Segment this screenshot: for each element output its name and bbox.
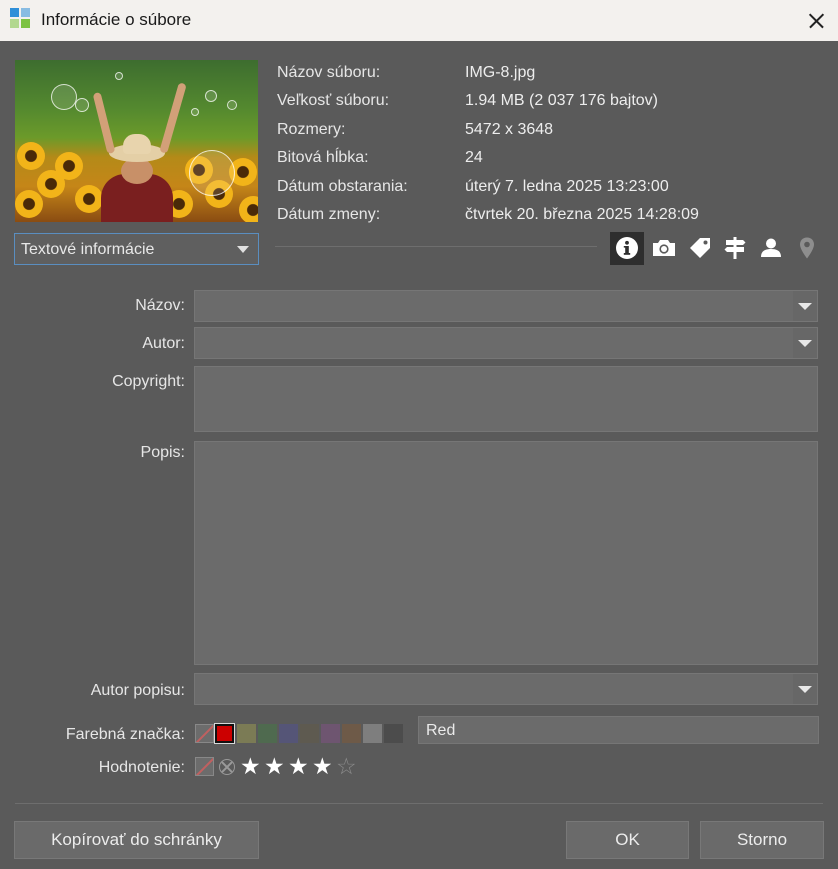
person-icon [761, 238, 781, 257]
tab-tags[interactable] [682, 232, 716, 265]
title-combobox[interactable] [194, 290, 818, 322]
view-selector-dropdown[interactable]: Textové informácie [14, 233, 259, 265]
divider [275, 246, 597, 247]
tab-location[interactable] [790, 232, 824, 265]
date-modified-label: Dátum zmeny: [277, 206, 381, 223]
file-name-value: IMG-8.jpg [465, 64, 536, 81]
view-selector-value: Textové informácie [21, 241, 155, 258]
tab-info[interactable] [610, 232, 644, 265]
footer-divider [15, 803, 823, 804]
color-swatch-brown[interactable] [342, 724, 361, 743]
title-label: Názov: [135, 297, 185, 314]
color-name-field: Red [418, 716, 819, 744]
copyright-field[interactable] [194, 366, 818, 432]
star-4-icon[interactable]: ★ [312, 755, 333, 779]
color-swatch-blue[interactable] [279, 724, 298, 743]
author-combobox[interactable] [194, 327, 818, 359]
color-swatch-olive[interactable] [237, 724, 256, 743]
image-thumbnail [15, 60, 258, 222]
ok-button[interactable]: OK [566, 821, 689, 859]
star-1-icon[interactable]: ★ [240, 755, 261, 779]
author-label: Autor: [142, 335, 185, 352]
star-5-icon[interactable]: ☆ [336, 755, 357, 779]
star-2-icon[interactable]: ★ [264, 755, 285, 779]
rating-none[interactable] [195, 757, 214, 776]
close-icon[interactable] [792, 0, 838, 41]
title-bar: Informácie o súbore [0, 0, 838, 41]
color-swatch-gray[interactable] [363, 724, 382, 743]
file-size-value: 1.94 MB (2 037 176 bajtov) [465, 92, 659, 109]
file-size-label: Veľkosť súboru: [277, 92, 390, 109]
copy-to-clipboard-button[interactable]: Kopírovať do schránky [14, 821, 259, 859]
tab-person[interactable] [754, 232, 788, 265]
tab-camera[interactable] [646, 232, 680, 265]
copyright-label: Copyright: [112, 373, 185, 390]
description-label: Popis: [140, 444, 185, 461]
rating-label: Hodnotenie: [98, 759, 185, 776]
bit-depth-value: 24 [465, 149, 483, 166]
chevron-down-icon[interactable] [793, 328, 817, 358]
file-name-label: Názov súboru: [277, 64, 381, 81]
color-swatch-red[interactable] [215, 724, 234, 743]
chevron-down-icon[interactable] [793, 291, 817, 321]
camera-icon [653, 240, 675, 256]
date-taken-label: Dátum obstarania: [277, 178, 408, 195]
description-author-combobox[interactable] [194, 673, 818, 705]
chevron-down-icon[interactable] [793, 674, 817, 704]
color-swatch-purple[interactable] [321, 724, 340, 743]
star-3-icon[interactable]: ★ [288, 755, 309, 779]
dimensions-label: Rozmery: [277, 121, 346, 138]
chevron-down-icon [237, 246, 249, 253]
clear-rating-icon[interactable] [219, 759, 235, 775]
tab-signpost[interactable] [718, 232, 752, 265]
color-swatch-green[interactable] [258, 724, 277, 743]
color-label-label: Farebná značka: [65, 726, 185, 743]
cancel-button[interactable]: Storno [700, 821, 824, 859]
signpost-icon [724, 237, 746, 259]
description-author-label: Autor popisu: [90, 682, 185, 699]
info-icon [616, 237, 638, 259]
bit-depth-label: Bitová hĺbka: [277, 149, 369, 166]
tag-icon [690, 238, 710, 258]
location-pin-icon [800, 237, 814, 259]
window-title: Informácie o súbore [41, 10, 192, 29]
date-taken-value: úterý 7. ledna 2025 13:23:00 [465, 178, 669, 195]
color-name-value: Red [426, 722, 456, 739]
color-swatch-none[interactable] [195, 724, 214, 743]
description-field[interactable] [194, 441, 818, 665]
date-modified-value: čtvrtek 20. března 2025 14:28:09 [465, 206, 699, 223]
color-swatch-gray-brown[interactable] [300, 724, 319, 743]
dimensions-value: 5472 x 3648 [465, 121, 554, 138]
app-icon [10, 8, 32, 30]
color-swatch-dark[interactable] [384, 724, 403, 743]
